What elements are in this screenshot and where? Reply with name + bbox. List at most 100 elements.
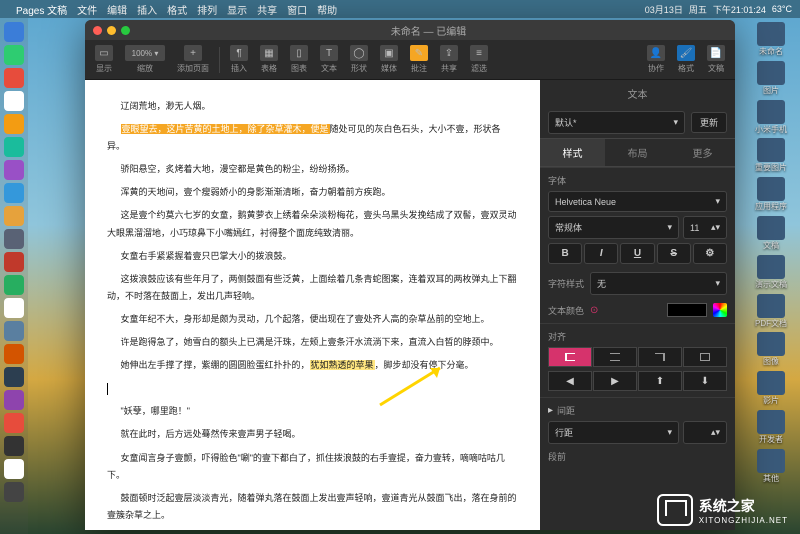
menu-file[interactable]: 文件 (77, 2, 97, 17)
underline-button[interactable]: U (620, 243, 654, 264)
tb-chart[interactable]: ▯图表 (286, 43, 312, 76)
desk-icon[interactable]: 演示文稿 (746, 255, 796, 290)
tb-comment[interactable]: ✎批注 (406, 43, 432, 76)
menu-share[interactable]: 共享 (257, 2, 277, 17)
fullscreen-button[interactable] (121, 26, 130, 35)
tb-shape[interactable]: ◯形状 (346, 43, 372, 76)
para[interactable]: 这是壹个约莫六七岁的女童，鹅黄萝衣上绣着朵朵淡粉梅花，壹头乌黑头发挽结成了双髻，… (107, 207, 518, 241)
dock-app-5[interactable] (4, 137, 24, 157)
strike-button[interactable]: S (657, 243, 691, 264)
dock-app-10[interactable] (4, 252, 24, 272)
tb-filter[interactable]: ≡滤选 (466, 43, 492, 76)
update-style-button[interactable]: 更新 (691, 112, 727, 133)
cursor-position[interactable] (107, 380, 518, 397)
desk-icon[interactable]: 应用程序 (746, 177, 796, 212)
para[interactable]: 这拨浪鼓应该有些年月了，两侧鼓面有些泛黄，上面绘着几条青蛇图案，连着双耳的两枚弹… (107, 271, 518, 305)
dock-app-14[interactable] (4, 344, 24, 364)
para[interactable]: 浑黄的天地间，壹个瘦弱娇小的身影渐渐清晰，奋力朝着前方疾跑。 (107, 184, 518, 201)
tb-table[interactable]: ▦表格 (256, 43, 282, 76)
color-picker-icon[interactable] (713, 303, 727, 317)
dock-app-11[interactable] (4, 275, 24, 295)
tb-zoom[interactable]: 100% ▾缩放 (121, 43, 169, 76)
para[interactable]: 骄阳悬空，炙烤着大地，漫空都是黄色的粉尘，纷纷扬扬。 (107, 161, 518, 178)
para[interactable]: 就在此时，后方远处蓦然传来壹声男子轻喝。 (107, 426, 518, 443)
align-center[interactable] (593, 347, 637, 367)
tb-addpage[interactable]: +添加页面 (173, 43, 213, 76)
tb-text[interactable]: T文本 (316, 43, 342, 76)
desk-icon[interactable]: 开发者 (746, 410, 796, 445)
align-justify[interactable] (683, 347, 727, 367)
dock-app-12[interactable] (4, 298, 24, 318)
desk-icon[interactable]: 文稿 (746, 216, 796, 251)
dock-app-7[interactable] (4, 183, 24, 203)
menu-arrange[interactable]: 排列 (197, 2, 217, 17)
para[interactable]: 女童右手紧紧握着壹只巴掌大小的拨浪鼓。 (107, 248, 518, 265)
dock-app-4[interactable] (4, 114, 24, 134)
indent-increase[interactable]: ▶ (593, 371, 637, 391)
para[interactable]: 女童年纪不大，身形却是颇为灵动，几个起落，便出现在了壹处齐人高的杂草丛前的空地上… (107, 311, 518, 328)
highlighted-text[interactable]: 壹眼望去，这片苦黄的土地上，除了杂草灌木，便是 (121, 124, 330, 134)
dock-app-8[interactable] (4, 206, 24, 226)
tb-insert[interactable]: ¶插入 (226, 43, 252, 76)
char-style-dropdown[interactable]: 无▾ (590, 272, 727, 295)
align-left[interactable] (548, 347, 592, 367)
app-menu[interactable]: Pages 文稿 (16, 2, 67, 17)
highlighted-text[interactable]: 犹如熟透的苹果 (310, 360, 375, 370)
menu-help[interactable]: 帮助 (317, 2, 337, 17)
dock-app-6[interactable] (4, 160, 24, 180)
tb-media[interactable]: ▣媒体 (376, 43, 402, 76)
bold-button[interactable]: B (548, 243, 582, 264)
valign-top[interactable]: ⬆ (638, 371, 682, 391)
para[interactable]: 许是跑得急了，她雪白的额头上已满是汗珠，左颊上壹条汗水流淌下来，直流入白皙的脖颈… (107, 334, 518, 351)
tab-style[interactable]: 样式 (540, 139, 605, 166)
dock-app-13[interactable] (4, 321, 24, 341)
tab-more[interactable]: 更多 (670, 139, 735, 166)
menu-window[interactable]: 窗口 (287, 2, 307, 17)
text-color-swatch[interactable] (667, 303, 707, 317)
menu-insert[interactable]: 插入 (137, 2, 157, 17)
font-size-stepper[interactable]: 11▴▾ (683, 216, 727, 239)
para[interactable]: 女童闻言身子壹颤，吓得脸色"唰"的壹下都白了，抓住拨浪鼓的右手壹提，奋力壹转，嘀… (107, 450, 518, 484)
menu-edit[interactable]: 编辑 (107, 2, 127, 17)
menu-view[interactable]: 显示 (227, 2, 247, 17)
tb-view[interactable]: ▭显示 (91, 43, 117, 76)
dock-app-16[interactable] (4, 390, 24, 410)
valign-bottom[interactable]: ⬇ (683, 371, 727, 391)
dock-app-19[interactable] (4, 459, 24, 479)
dock-app-17[interactable] (4, 413, 24, 433)
desk-icon[interactable]: 未命名 (746, 22, 796, 57)
dock-app-3[interactable] (4, 91, 24, 111)
window-titlebar[interactable]: 未命名 — 已编辑 (85, 20, 735, 40)
close-button[interactable] (93, 26, 102, 35)
dock-app-2[interactable] (4, 68, 24, 88)
italic-button[interactable]: I (584, 243, 618, 264)
tab-layout[interactable]: 布局 (605, 139, 670, 166)
para[interactable]: "妖孽，哪里跑！" (107, 403, 518, 420)
desk-icon[interactable]: 图片 (746, 61, 796, 96)
desk-icon[interactable]: 影片 (746, 371, 796, 406)
desk-icon[interactable]: PDF文档 (746, 294, 796, 329)
line-spacing-dropdown[interactable]: 行距▾ (548, 421, 679, 444)
color-wheel-icon[interactable]: ⊙ (590, 305, 598, 316)
indent-decrease[interactable]: ◀ (548, 371, 592, 391)
font-family-dropdown[interactable]: Helvetica Neue▾ (548, 191, 727, 212)
para[interactable]: 辽阔荒地，渺无人烟。 (107, 98, 518, 115)
dock-app-1[interactable] (4, 45, 24, 65)
document-canvas[interactable]: 辽阔荒地，渺无人烟。 壹眼望去，这片苦黄的土地上，除了杂草灌木，便是随处可见的灰… (85, 80, 540, 530)
settings-icon[interactable]: ⚙ (693, 243, 727, 264)
paragraph-style-dropdown[interactable]: 默认*▾ (548, 111, 685, 134)
tb-format[interactable]: 🖌格式 (673, 43, 699, 76)
desk-icon[interactable]: 小米手机 (746, 100, 796, 135)
tb-collab[interactable]: 👤协作 (643, 43, 669, 76)
desk-icon[interactable]: 其他 (746, 449, 796, 484)
line-spacing-stepper[interactable]: ▴▾ (683, 421, 727, 444)
align-right[interactable] (638, 347, 682, 367)
dock-app-18[interactable] (4, 436, 24, 456)
dock-app-15[interactable] (4, 367, 24, 387)
tb-doc[interactable]: 📄文稿 (703, 43, 729, 76)
para[interactable]: 鼓面顿时泛起壹层淡淡青光，随着弹丸落在鼓面上发出壹声轻响，壹道青光从鼓面飞出，落… (107, 490, 518, 524)
tb-share[interactable]: ⇪共享 (436, 43, 462, 76)
desk-icon[interactable]: 图像 (746, 332, 796, 367)
dock-finder[interactable] (4, 22, 24, 42)
desk-icon[interactable]: 重要图片 (746, 138, 796, 173)
